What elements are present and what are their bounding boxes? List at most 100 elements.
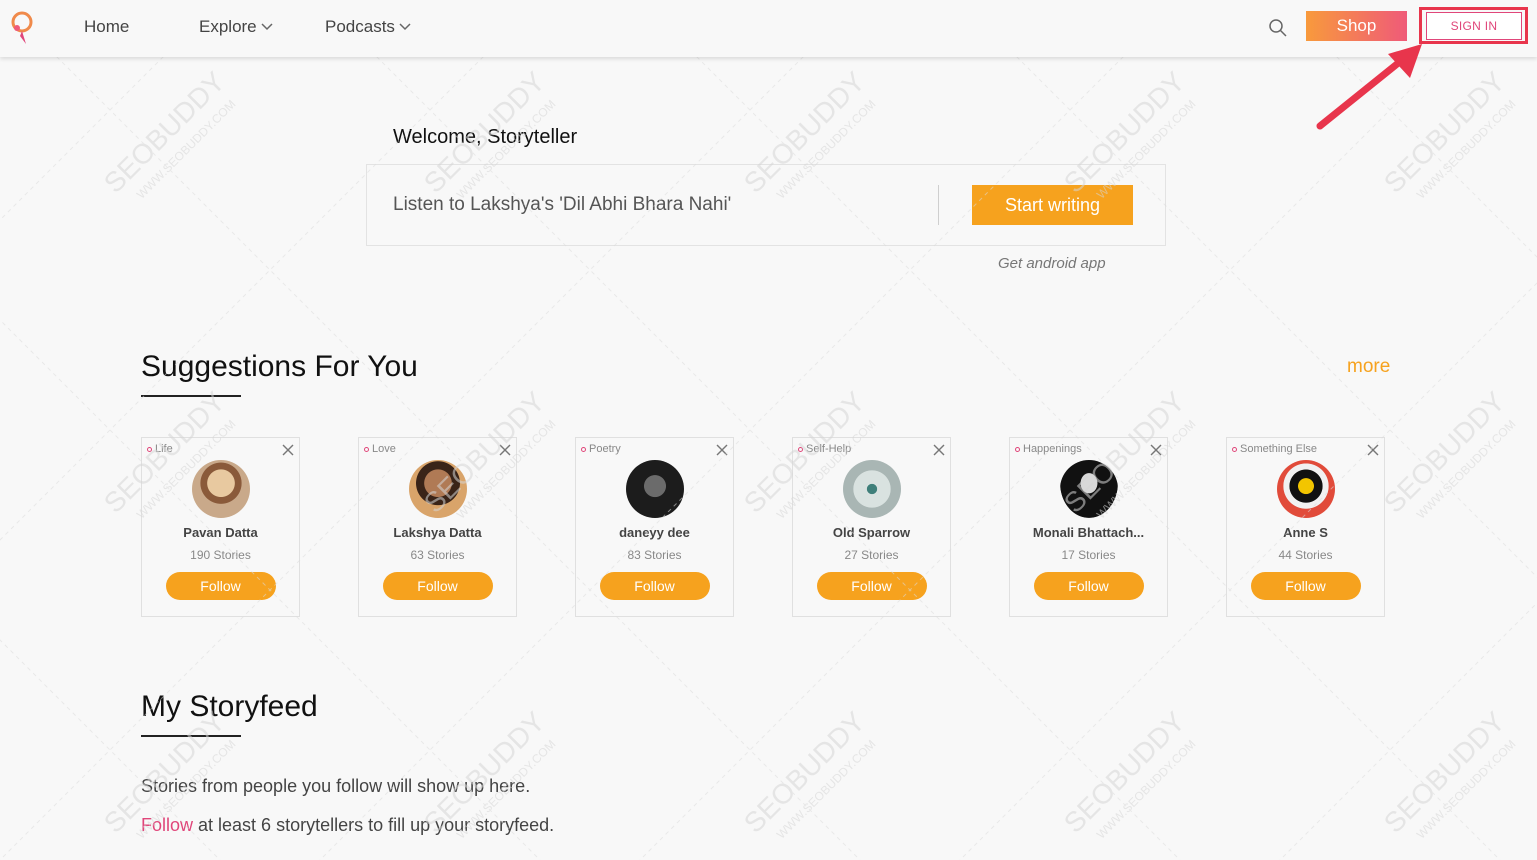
- follow-button[interactable]: Follow: [382, 572, 493, 600]
- storyfeed-hint: Follow at least 6 storytellers to fill u…: [141, 815, 554, 836]
- category-label: Life: [155, 443, 173, 455]
- close-icon[interactable]: [716, 444, 728, 456]
- watermark-brand: SEOBUDDY: [98, 65, 231, 198]
- get-android-app-link[interactable]: Get android app: [998, 255, 1106, 272]
- watermark-brand: SEOBUDDY: [1058, 705, 1191, 838]
- shop-button[interactable]: Shop: [1306, 11, 1407, 41]
- storyteller-name[interactable]: Old Sparrow: [793, 525, 950, 540]
- close-icon[interactable]: [1367, 444, 1379, 456]
- watermark-brand: SEOBUDDY: [738, 705, 871, 838]
- tag-dot-icon: [581, 446, 586, 452]
- watermark-brand: SEOBUDDY: [1378, 385, 1511, 518]
- avatar[interactable]: [1059, 460, 1118, 518]
- more-link[interactable]: more: [1347, 356, 1390, 378]
- category-tag: Something Else: [1232, 443, 1317, 455]
- chevron-down-icon: [399, 23, 411, 31]
- nav-explore-label: Explore: [199, 17, 257, 36]
- tag-dot-icon: [147, 446, 152, 452]
- storyteller-name[interactable]: Lakshya Datta: [359, 525, 516, 540]
- storyteller-name[interactable]: daneyy dee: [576, 525, 733, 540]
- suggestion-card: Life Pavan Datta 190 Stories Follow: [141, 437, 300, 617]
- tag-dot-icon: [364, 446, 369, 452]
- tag-dot-icon: [1015, 446, 1020, 452]
- watermark-line: [0, 0, 221, 221]
- follow-button[interactable]: Follow: [599, 572, 710, 600]
- nav-explore[interactable]: Explore: [199, 17, 273, 37]
- nav-podcasts[interactable]: Podcasts: [325, 17, 411, 37]
- follow-button[interactable]: Follow: [1033, 572, 1144, 600]
- stories-count: 17 Stories: [1061, 548, 1116, 562]
- category-tag: Poetry: [581, 443, 621, 455]
- watermark-url: WWW.SEOBUDDY.COM: [1414, 737, 1518, 841]
- top-navigation-bar: Home Explore Podcasts Shop SIGN IN: [0, 0, 1537, 57]
- storyfeed-hint-text: at least 6 storytellers to fill up your …: [193, 815, 555, 835]
- stories-count: 27 Stories: [844, 548, 899, 562]
- section-underline: [141, 395, 241, 397]
- stories-count: 83 Stories: [627, 548, 682, 562]
- suggestion-card: Something Else Anne S 44 Stories Follow: [1226, 437, 1385, 617]
- avatar[interactable]: [625, 460, 684, 518]
- storyteller-name[interactable]: Anne S: [1227, 525, 1384, 540]
- suggestion-card: Self-Help Old Sparrow 27 Stories Follow: [792, 437, 951, 617]
- watermark-tile: SEOBUDDYWWW.SEOBUDDY.COM: [1378, 705, 1519, 841]
- divider: [938, 185, 939, 225]
- avatar[interactable]: [842, 460, 901, 518]
- suggestion-card: Poetry daneyy dee 83 Stories Follow: [575, 437, 734, 617]
- watermark-line: [959, 282, 1537, 860]
- tag-dot-icon: [1232, 446, 1237, 452]
- category-tag: Happenings: [1015, 443, 1082, 455]
- stories-count: 190 Stories: [190, 548, 251, 562]
- close-icon[interactable]: [933, 444, 945, 456]
- stories-count: 44 Stories: [1278, 548, 1333, 562]
- avatar[interactable]: [191, 460, 250, 518]
- category-tag: Love: [364, 443, 396, 455]
- search-icon[interactable]: [1268, 18, 1288, 38]
- watermark-line: [0, 639, 221, 860]
- logo-icon[interactable]: [8, 8, 38, 48]
- annotation-arrow-icon: [1316, 44, 1422, 130]
- sign-in-button[interactable]: SIGN IN: [1426, 12, 1522, 40]
- chevron-down-icon: [261, 23, 273, 31]
- welcome-prompt[interactable]: Listen to Lakshya's 'Dil Abhi Bhara Nahi…: [393, 194, 731, 216]
- category-label: Love: [372, 443, 396, 455]
- watermark-tile: SEOBUDDYWWW.SEOBUDDY.COM: [738, 705, 879, 841]
- welcome-title: Welcome, Storyteller: [393, 126, 578, 148]
- storyfeed-title: My Storyfeed: [141, 690, 318, 723]
- category-label: Something Else: [1240, 443, 1318, 455]
- watermark-url: WWW.SEOBUDDY.COM: [1414, 417, 1518, 521]
- nav-home[interactable]: Home: [84, 17, 129, 37]
- avatar[interactable]: [408, 460, 467, 518]
- close-icon[interactable]: [282, 444, 294, 456]
- tag-dot-icon: [798, 446, 803, 452]
- follow-button[interactable]: Follow: [816, 572, 927, 600]
- category-label: Happenings: [1023, 443, 1082, 455]
- close-icon[interactable]: [499, 444, 511, 456]
- category-tag: Self-Help: [798, 443, 851, 455]
- watermark-tile: SEOBUDDYWWW.SEOBUDDY.COM: [98, 65, 239, 201]
- follow-link[interactable]: Follow: [141, 815, 193, 835]
- category-tag: Life: [147, 443, 173, 455]
- watermark-url: WWW.SEOBUDDY.COM: [774, 737, 878, 841]
- watermark-url: WWW.SEOBUDDY.COM: [134, 97, 238, 201]
- watermark-line: [959, 0, 1537, 578]
- follow-button[interactable]: Follow: [165, 572, 276, 600]
- storyteller-name[interactable]: Monali Bhattach...: [1010, 525, 1167, 540]
- welcome-card: Listen to Lakshya's 'Dil Abhi Bhara Nahi…: [366, 164, 1166, 246]
- suggestion-card: Love Lakshya Datta 63 Stories Follow: [358, 437, 517, 617]
- watermark-overlay: SEOBUDDYWWW.SEOBUDDY.COM SEOBUDDYWWW.SEOB…: [0, 0, 1537, 860]
- storyteller-name[interactable]: Pavan Datta: [142, 525, 299, 540]
- follow-button[interactable]: Follow: [1250, 572, 1361, 600]
- watermark-tile: SEOBUDDYWWW.SEOBUDDY.COM: [1058, 705, 1199, 841]
- watermark-url: WWW.SEOBUDDY.COM: [1094, 737, 1198, 841]
- avatar[interactable]: [1276, 460, 1335, 518]
- watermark-tile: SEOBUDDYWWW.SEOBUDDY.COM: [1378, 385, 1519, 521]
- suggestion-card: Happenings Monali Bhattach... 17 Stories…: [1009, 437, 1168, 617]
- watermark-brand: SEOBUDDY: [1378, 705, 1511, 838]
- nav-podcasts-label: Podcasts: [325, 17, 395, 36]
- suggestions-title: Suggestions For You: [141, 350, 418, 383]
- start-writing-button[interactable]: Start writing: [972, 185, 1133, 225]
- section-underline: [141, 735, 241, 737]
- category-label: Self-Help: [806, 443, 852, 455]
- storyfeed-empty-message: Stories from people you follow will show…: [141, 776, 531, 796]
- close-icon[interactable]: [1150, 444, 1162, 456]
